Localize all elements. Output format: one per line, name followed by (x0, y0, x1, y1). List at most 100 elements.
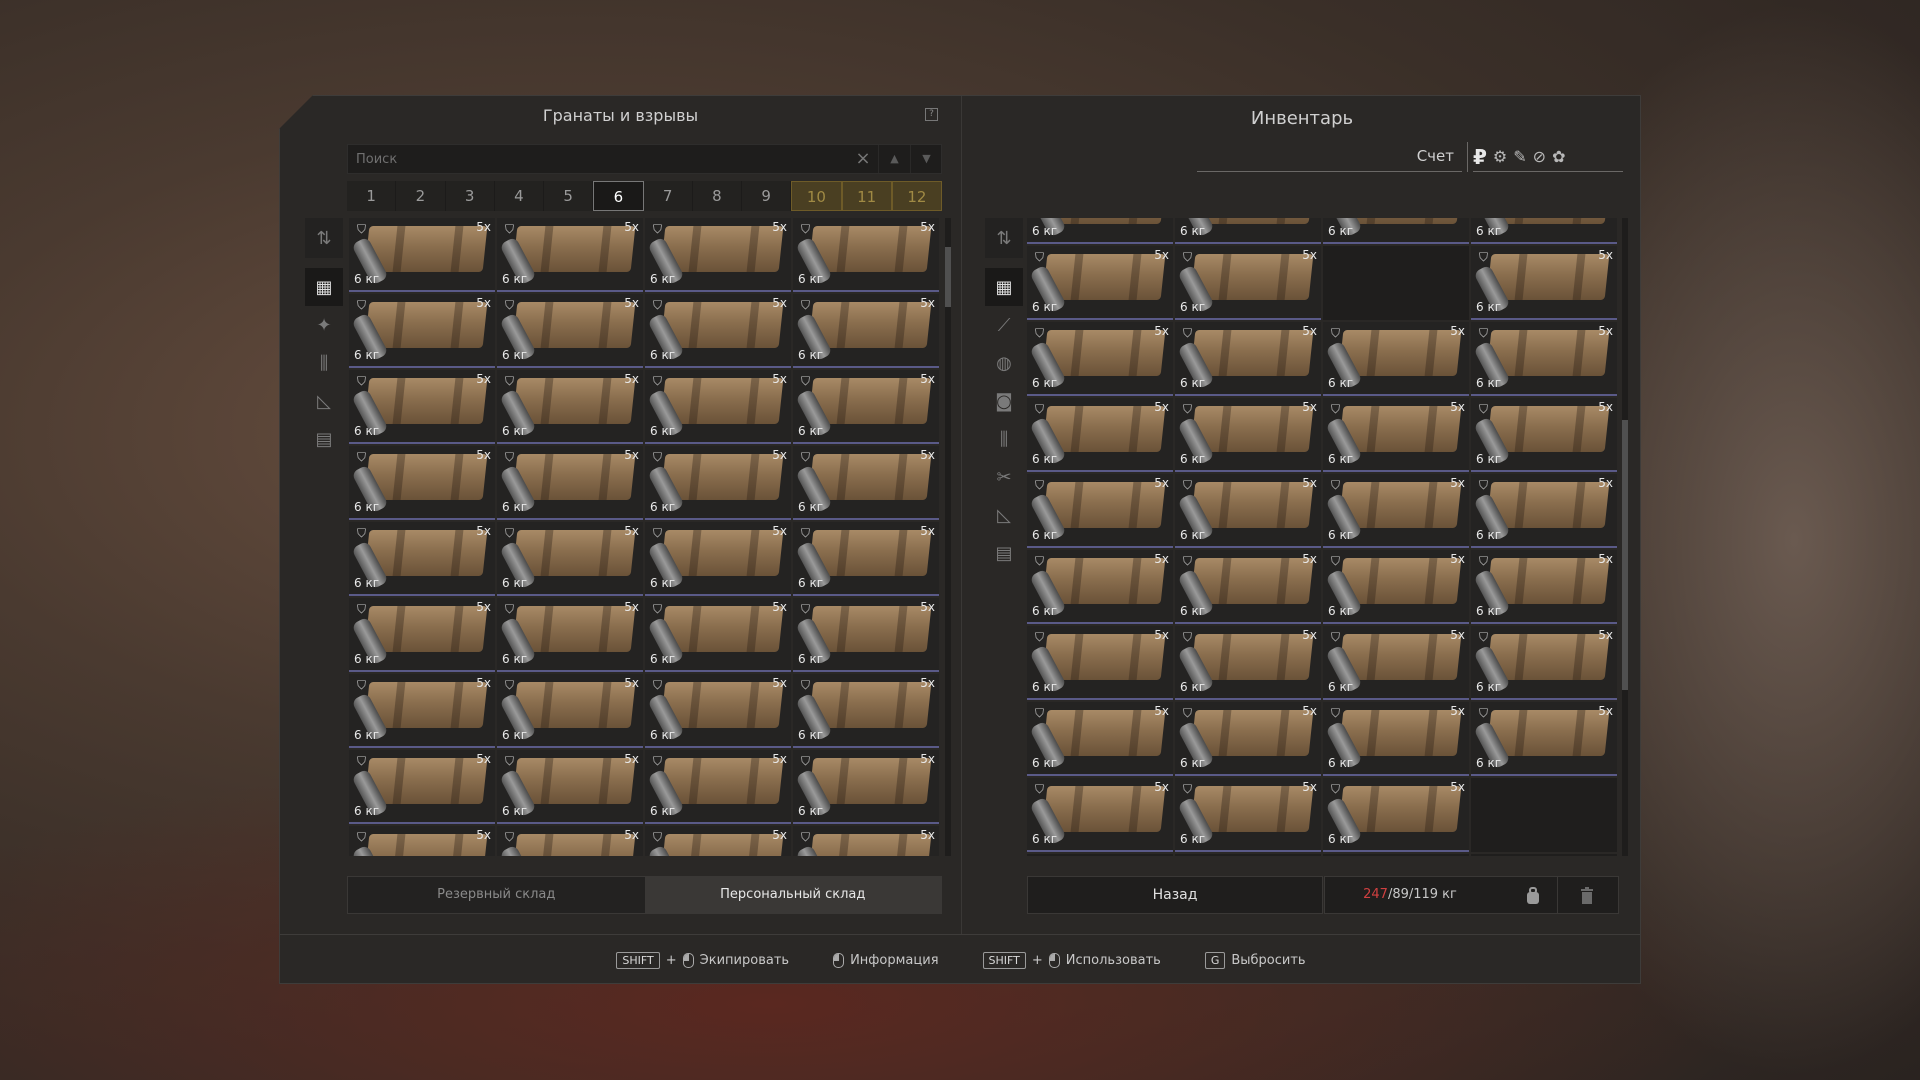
trash-icon[interactable] (1580, 887, 1594, 905)
item-grenade-crate[interactable]: ⛉5x6 кг (1175, 398, 1321, 472)
empty-slot[interactable] (1027, 854, 1173, 856)
item-grenade-crate[interactable]: ⛉5x6 кг (349, 750, 495, 824)
back-button[interactable]: Назад (1027, 876, 1323, 914)
item-grenade-crate[interactable]: ⛉5x6 кг (349, 446, 495, 520)
item-grenade-crate[interactable]: ⛉5x6 кг (793, 446, 939, 520)
item-grenade-crate[interactable]: ⛉5x6 кг (1323, 626, 1469, 700)
item-grenade-crate[interactable]: ⛉5x6 кг (349, 370, 495, 444)
empty-slot[interactable] (1323, 246, 1469, 320)
item-grenade-crate[interactable]: ⛉5x6 кг (1027, 398, 1173, 472)
item-grenade-crate[interactable]: ⛉5x6 кг (1175, 702, 1321, 776)
inventory-scroll-thumb[interactable] (1622, 420, 1628, 691)
item-grenade-crate[interactable]: ⛉5x6 кг (645, 522, 791, 596)
empty-slot[interactable] (1323, 854, 1469, 856)
item-grenade-crate[interactable]: ⛉5x6 кг (793, 598, 939, 672)
tab-personal-storage[interactable]: Персональный склад (644, 877, 941, 913)
item-grenade-crate[interactable]: ⛉5x6 кг (349, 522, 495, 596)
item-grenade-crate[interactable]: ⛉5x6 кг (1175, 626, 1321, 700)
search-input[interactable] (348, 145, 848, 173)
item-grenade-crate[interactable]: ⛉5x6 кг (793, 522, 939, 596)
item-grenade-crate[interactable]: ⛉5x6 кг (1471, 218, 1617, 244)
empty-slot[interactable] (1175, 854, 1321, 856)
item-grenade-crate[interactable]: ⛉5x6 кг (793, 674, 939, 748)
item-grenade-crate[interactable]: ⛉5x6 кг (497, 522, 643, 596)
item-grenade-crate[interactable]: ⛉5x6 кг (349, 218, 495, 292)
item-grenade-crate[interactable]: ⛉5x6 кг (1323, 778, 1469, 852)
item-grenade-crate[interactable]: ⛉5x6 кг (645, 674, 791, 748)
page-tab-8[interactable]: 8 (692, 181, 742, 211)
tab-reserve-storage[interactable]: Резервный склад (348, 877, 645, 913)
item-grenade-crate[interactable]: ⛉5x6 кг (645, 598, 791, 672)
item-grenade-crate[interactable]: ⛉5x6 кг (1471, 398, 1617, 472)
item-grenade-crate[interactable]: ⛉5x6 кг (1323, 218, 1469, 244)
item-grenade-crate[interactable]: ⛉5x6 кг (497, 370, 643, 444)
item-grenade-crate[interactable]: ⛉5x6 кг (793, 294, 939, 368)
item-grenade-crate[interactable]: ⛉5x6 кг (645, 218, 791, 292)
item-grenade-crate[interactable]: ⛉5x6 кг (1471, 702, 1617, 776)
item-grenade-crate[interactable]: ⛉5x6 кг (1323, 702, 1469, 776)
page-tab-12[interactable]: 12 (891, 181, 942, 211)
box-icon[interactable]: ▤ (985, 534, 1023, 572)
item-grenade-crate[interactable]: ⛉5x6 кг (1323, 550, 1469, 624)
ammo-icon[interactable]: ⫼ (985, 420, 1023, 458)
page-tab-10[interactable]: 10 (791, 181, 842, 211)
item-grenade-crate[interactable]: ⛉5x6 кг (1027, 626, 1173, 700)
sort-icon[interactable]: ⇅ (305, 218, 343, 258)
item-grenade-crate[interactable]: ⛉5x6 кг (349, 294, 495, 368)
item-grenade-crate[interactable]: ⛉5x6 кг (1027, 778, 1173, 852)
page-tab-7[interactable]: 7 (643, 181, 693, 211)
item-grenade-crate[interactable]: ⛉5x6 кг (1323, 322, 1469, 396)
page-tab-1[interactable]: 1 (347, 181, 397, 211)
item-grenade-crate[interactable]: ⛉5x6 кг (1027, 550, 1173, 624)
item-grenade-crate[interactable]: ⛉5x6 кг (1471, 322, 1617, 396)
item-grenade-crate[interactable]: ⛉5x6 кг (793, 750, 939, 824)
item-grenade-crate[interactable]: ⛉5x6 кг (793, 370, 939, 444)
item-grenade-crate[interactable]: ⛉5x6 кг (497, 446, 643, 520)
item-grenade-crate[interactable]: ⛉5x6 кг (1471, 626, 1617, 700)
ruler-icon[interactable]: ◺ (305, 382, 343, 420)
grid-icon[interactable]: ▦ (305, 268, 343, 306)
item-grenade-crate[interactable]: ⛉5x6 кг (645, 826, 791, 856)
item-grenade-crate[interactable]: ⛉5x6 кг (497, 674, 643, 748)
page-tab-9[interactable]: 9 (742, 181, 792, 211)
page-tab-11[interactable]: 11 (841, 181, 892, 211)
inventory-scrollbar[interactable] (1622, 218, 1628, 856)
box-icon[interactable]: ▤ (305, 420, 343, 458)
item-grenade-crate[interactable]: ⛉5x6 кг (349, 674, 495, 748)
search-up-icon[interactable]: ▲ (878, 145, 910, 173)
ruler-icon[interactable]: ◺ (985, 496, 1023, 534)
item-grenade-crate[interactable]: ⛉5x6 кг (645, 750, 791, 824)
item-grenade-crate[interactable]: ⛉5x6 кг (1175, 218, 1321, 244)
item-grenade-crate[interactable]: ⛉5x6 кг (497, 294, 643, 368)
grenade-icon[interactable]: ✦ (305, 306, 343, 344)
grid-icon[interactable]: ▦ (985, 268, 1023, 306)
storage-scroll-thumb[interactable] (945, 246, 951, 307)
item-grenade-crate[interactable]: ⛉5x6 кг (1027, 474, 1173, 548)
page-tab-3[interactable]: 3 (445, 181, 495, 211)
ammo-icon[interactable]: ⫼ (305, 344, 343, 382)
storage-scrollbar[interactable] (945, 218, 951, 856)
bag-icon[interactable] (1524, 886, 1542, 906)
item-grenade-crate[interactable]: ⛉5x6 кг (1027, 246, 1173, 320)
camera-icon[interactable]: ◙ (985, 382, 1023, 420)
item-grenade-crate[interactable]: ⛉5x6 кг (497, 750, 643, 824)
storage-grid-area[interactable]: ⛉ 5x 6 кг ⛉ 5x 6 кг ⛉ 5x 6 кг ⛉ 5x 6 кг ⛉ 5x 6 кг ⛉ 5x 6 … (349, 218, 942, 856)
item-grenade-crate[interactable]: ⛉5x6 кг (645, 370, 791, 444)
item-grenade-crate[interactable]: ⛉5x6 кг (1175, 322, 1321, 396)
item-grenade-crate[interactable]: ⛉5x6 кг (645, 294, 791, 368)
page-tab-4[interactable]: 4 (494, 181, 544, 211)
item-grenade-crate[interactable]: ⛉5x6 кг (793, 218, 939, 292)
item-grenade-crate[interactable]: ⛉5x6 кг (1323, 474, 1469, 548)
empty-slot[interactable] (1471, 854, 1617, 856)
clear-search-icon[interactable]: × (848, 145, 878, 173)
item-grenade-crate[interactable]: ⛉5x6 кг (1175, 550, 1321, 624)
item-grenade-crate[interactable]: ⛉5x6 кг (1471, 246, 1617, 320)
empty-slot[interactable] (1471, 778, 1617, 852)
tools-icon[interactable]: ✂ (985, 458, 1023, 496)
item-grenade-crate[interactable]: ⛉5x6 кг (1175, 778, 1321, 852)
sort-icon[interactable]: ⇅ (985, 218, 1023, 258)
search-down-icon[interactable]: ▼ (910, 145, 942, 173)
item-grenade-crate[interactable]: ⛉5x6 кг (1175, 246, 1321, 320)
page-tab-5[interactable]: 5 (544, 181, 594, 211)
help-icon[interactable]: ? (925, 108, 938, 121)
